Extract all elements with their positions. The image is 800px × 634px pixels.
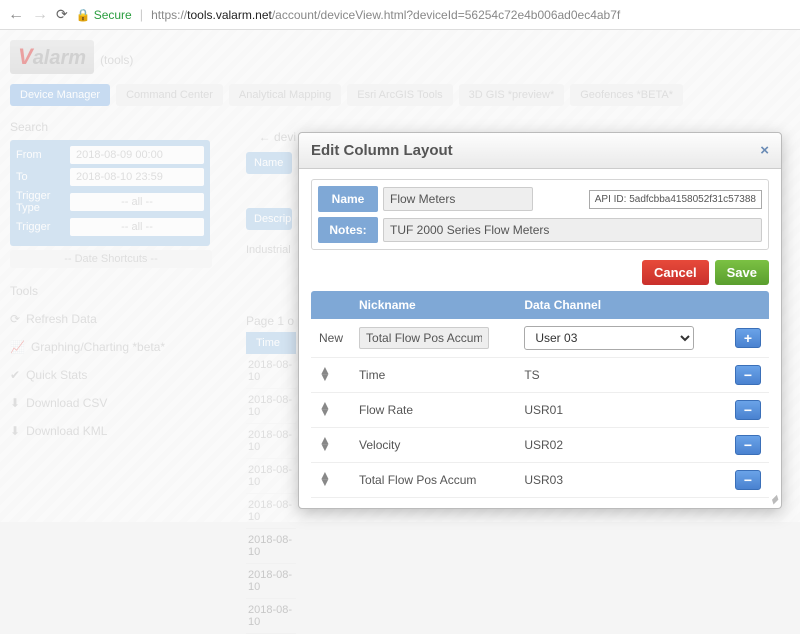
drag-handle-icon[interactable]: ▲▼ — [319, 402, 331, 416]
notes-input[interactable] — [383, 218, 762, 242]
channel-cell: USR02 — [516, 428, 727, 463]
col-header-channel: Data Channel — [516, 291, 727, 319]
info-box: Name API ID: 5adfcbba4158052f31c57388 No… — [311, 179, 769, 250]
url-bar[interactable]: https://tools.valarm.net/account/deviceV… — [151, 8, 792, 22]
drag-handle-icon[interactable]: ▲▼ — [319, 472, 331, 486]
edit-column-modal: Edit Column Layout × Name API ID: 5adfcb… — [298, 132, 782, 509]
close-icon[interactable]: × — [760, 142, 769, 159]
col-header-action — [727, 291, 769, 319]
table-row: 2018-08-10 — [246, 599, 296, 634]
save-button[interactable]: Save — [715, 260, 769, 285]
notes-label: Notes: — [318, 217, 378, 243]
nickname-cell: Time — [351, 358, 516, 393]
api-id-box: API ID: 5adfcbba4158052f31c57388 — [589, 190, 762, 209]
button-row: Cancel Save — [311, 260, 769, 285]
lock-icon: 🔒 — [76, 8, 91, 22]
table-row: ▲▼ Total Flow Pos Accum USR03 − — [311, 463, 769, 498]
col-header-nickname: Nickname — [351, 291, 516, 319]
table-row: ▲▼ Time TS − — [311, 358, 769, 393]
modal-header: Edit Column Layout × — [299, 133, 781, 169]
channel-cell: TS — [516, 358, 727, 393]
table-row-new: New User 03 + — [311, 319, 769, 358]
reload-button[interactable]: ⟳ — [56, 6, 68, 23]
back-button[interactable]: ← — [8, 6, 24, 24]
drag-handle-icon[interactable]: ▲▼ — [319, 367, 331, 381]
table-row: ▲▼ Flow Rate USR01 − — [311, 393, 769, 428]
table-row: 2018-08-10 — [246, 529, 296, 564]
new-channel-select[interactable]: User 03 — [524, 326, 694, 350]
channel-cell: USR03 — [516, 463, 727, 498]
table-row: 2018-08-10 — [246, 564, 296, 599]
nickname-cell: Flow Rate — [351, 393, 516, 428]
new-nickname-input[interactable] — [359, 327, 489, 349]
table-row: ▲▼ Velocity USR02 − — [311, 428, 769, 463]
col-header-handle — [311, 291, 351, 319]
name-label: Name — [318, 186, 378, 212]
add-button[interactable]: + — [735, 328, 761, 348]
modal-body: Name API ID: 5adfcbba4158052f31c57388 No… — [299, 169, 781, 508]
channel-cell: USR01 — [516, 393, 727, 428]
browser-bar: ← → ⟳ 🔒 Secure | https://tools.valarm.ne… — [0, 0, 800, 30]
secure-indicator: 🔒 Secure — [76, 8, 132, 22]
cancel-button[interactable]: Cancel — [642, 260, 709, 285]
columns-table: Nickname Data Channel New User 03 + ▲▼ T… — [311, 291, 769, 498]
forward-button[interactable]: → — [32, 6, 48, 24]
nickname-cell: Total Flow Pos Accum — [351, 463, 516, 498]
nickname-cell: Velocity — [351, 428, 516, 463]
secure-text: Secure — [94, 8, 132, 22]
modal-title: Edit Column Layout — [311, 142, 453, 159]
remove-button[interactable]: − — [735, 400, 761, 420]
remove-button[interactable]: − — [735, 365, 761, 385]
new-label: New — [311, 319, 351, 358]
remove-button[interactable]: − — [735, 470, 761, 490]
drag-handle-icon[interactable]: ▲▼ — [319, 437, 331, 451]
name-input[interactable] — [383, 187, 533, 211]
remove-button[interactable]: − — [735, 435, 761, 455]
